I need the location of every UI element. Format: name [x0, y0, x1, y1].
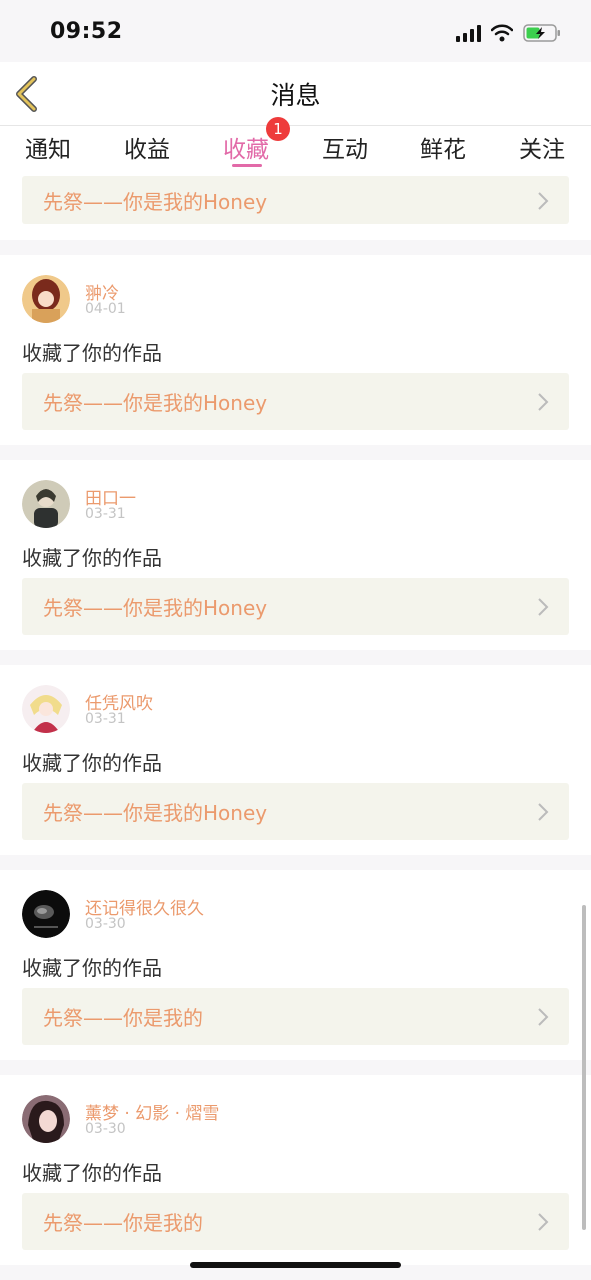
chevron-right-icon: [538, 598, 549, 616]
chevron-right-icon: [538, 803, 549, 821]
list-item: 薰梦 · 幻影 · 熠雪 03-30 收藏了你的作品 先祭——你是我的: [0, 1075, 591, 1265]
active-tab-indicator: [232, 164, 262, 167]
work-link[interactable]: 先祭——你是我的: [22, 1193, 569, 1250]
tab-earnings[interactable]: 收益: [107, 130, 187, 164]
list-item-partial: 先祭——你是我的Honey: [0, 172, 591, 240]
avatar[interactable]: [22, 685, 70, 733]
status-time: 09:52: [50, 19, 123, 44]
list-item: 翀冷 04-01 收藏了你的作品 先祭——你是我的Honey: [0, 255, 591, 445]
avatar[interactable]: [22, 1095, 70, 1143]
action-text: 收藏了你的作品: [22, 1161, 162, 1185]
work-link[interactable]: 先祭——你是我的: [22, 988, 569, 1045]
tab-flowers[interactable]: 鲜花: [403, 130, 483, 164]
action-text: 收藏了你的作品: [22, 956, 162, 980]
work-link[interactable]: 先祭——你是我的Honey: [22, 783, 569, 840]
cellular-signal-icon: [456, 24, 481, 42]
work-link[interactable]: 先祭——你是我的Honey: [22, 176, 569, 224]
timestamp: 04-01: [85, 301, 126, 317]
work-title: 先祭——你是我的: [43, 1006, 203, 1030]
chevron-right-icon: [538, 393, 549, 411]
chevron-right-icon: [538, 192, 549, 210]
work-title: 先祭——你是我的: [43, 1211, 203, 1235]
tab-notifications[interactable]: 通知: [8, 130, 88, 164]
avatar[interactable]: [22, 890, 70, 938]
action-text: 收藏了你的作品: [22, 546, 162, 570]
avatar[interactable]: [22, 275, 70, 323]
status-bar: 09:52: [0, 0, 591, 62]
wifi-icon: [491, 24, 513, 42]
list-item: 还记得很久很久 03-30 收藏了你的作品 先祭——你是我的: [0, 870, 591, 1060]
timestamp: 03-30: [85, 1121, 126, 1137]
favorites-badge: 1: [266, 117, 290, 141]
status-icons: [456, 22, 561, 44]
home-indicator[interactable]: [190, 1262, 401, 1268]
avatar[interactable]: [22, 480, 70, 528]
battery-charging-icon: [523, 24, 560, 42]
list-item: 田口一 03-31 收藏了你的作品 先祭——你是我的Honey: [0, 460, 591, 650]
page-title: 消息: [270, 81, 321, 110]
timestamp: 03-31: [85, 506, 126, 522]
scrollbar[interactable]: [582, 905, 586, 1230]
navigation-bar: 消息: [0, 62, 591, 126]
tab-interactions[interactable]: 互动: [305, 130, 385, 164]
work-title: 先祭——你是我的Honey: [43, 801, 268, 825]
list-item: 任凭风吹 03-31 收藏了你的作品 先祭——你是我的Honey: [0, 665, 591, 855]
chevron-right-icon: [538, 1213, 549, 1231]
timestamp: 03-30: [85, 916, 126, 932]
work-title: 先祭——你是我的Honey: [43, 190, 268, 214]
action-text: 收藏了你的作品: [22, 751, 162, 775]
tab-follows[interactable]: 关注: [502, 130, 582, 164]
work-link[interactable]: 先祭——你是我的Honey: [22, 578, 569, 635]
chevron-right-icon: [538, 1008, 549, 1026]
work-link[interactable]: 先祭——你是我的Honey: [22, 373, 569, 430]
work-title: 先祭——你是我的Honey: [43, 596, 268, 620]
action-text: 收藏了你的作品: [22, 341, 162, 365]
timestamp: 03-31: [85, 711, 126, 727]
work-title: 先祭——你是我的Honey: [43, 391, 268, 415]
tab-bar: 通知 收益 收藏 互动 鲜花 关注: [0, 126, 591, 172]
